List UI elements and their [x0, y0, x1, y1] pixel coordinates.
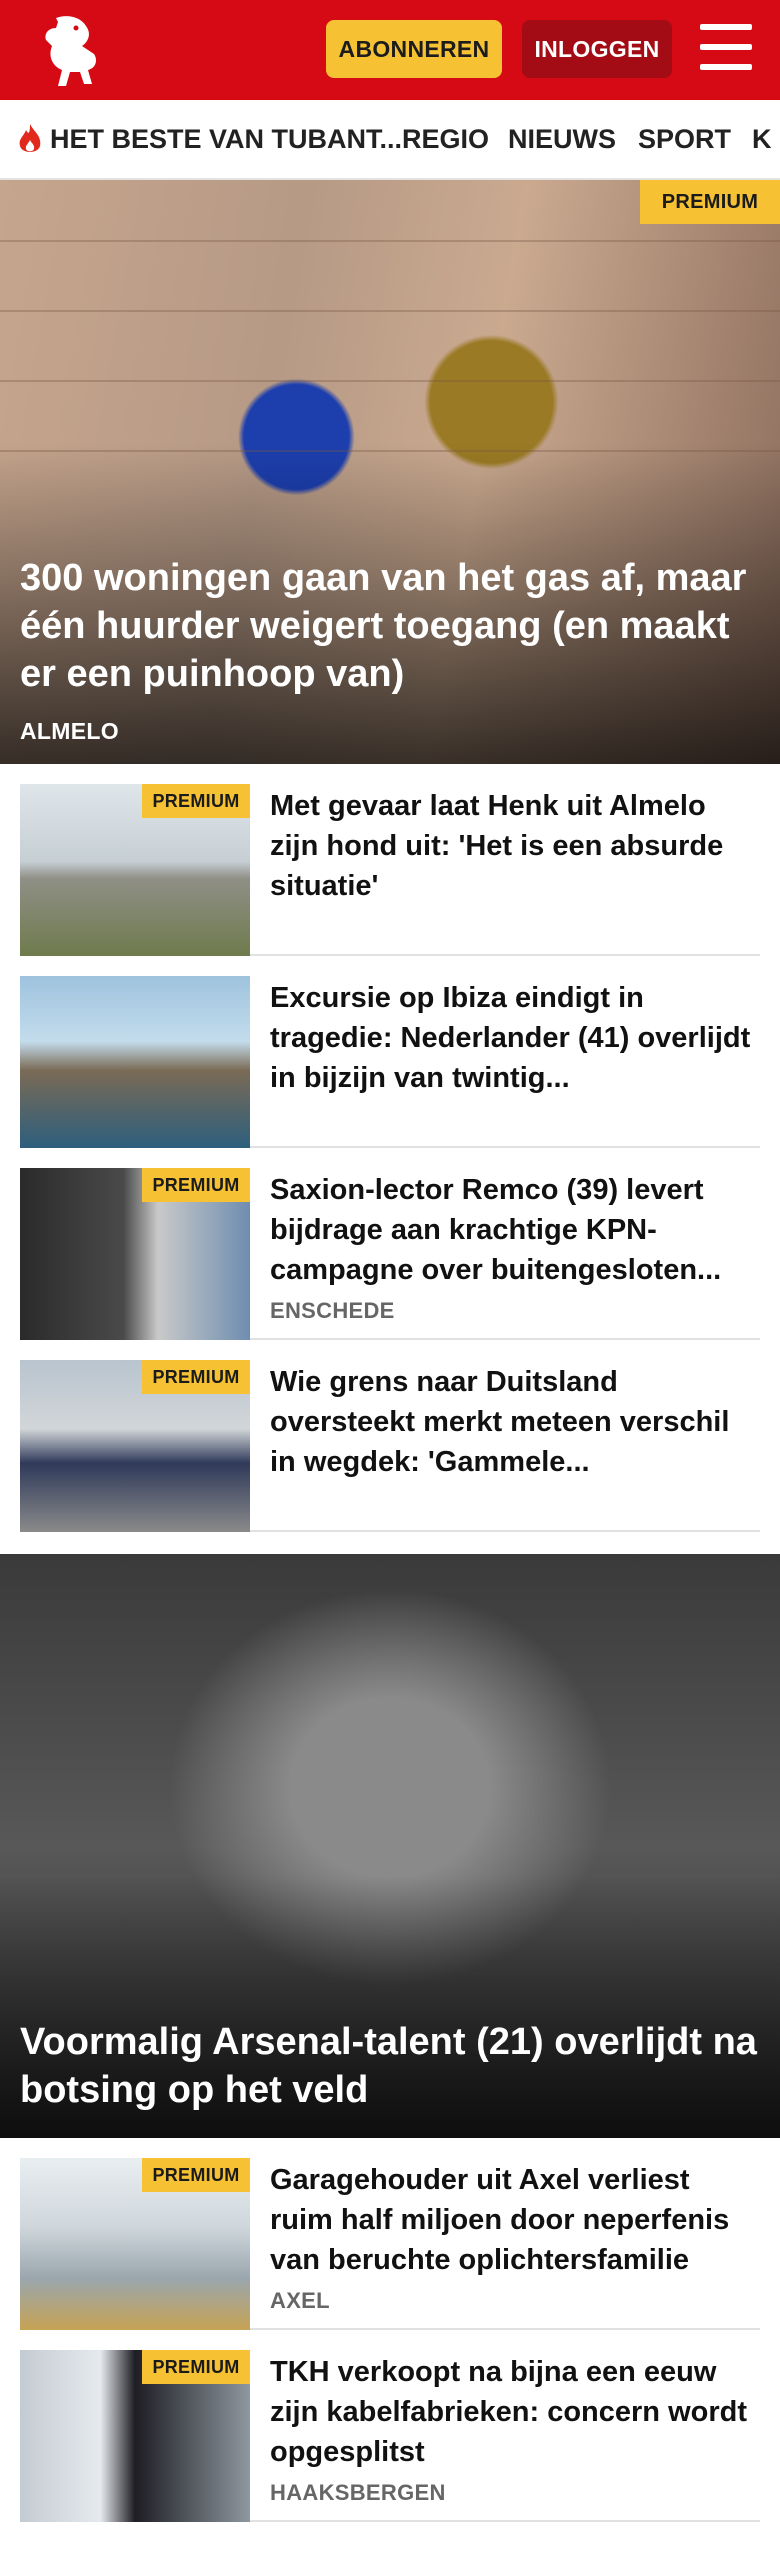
- nav-item-sport[interactable]: SPORT: [638, 100, 731, 178]
- top-bar: ABONNEREN INLOGGEN: [0, 0, 780, 100]
- nav-item-more[interactable]: K: [752, 100, 772, 178]
- list-item[interactable]: PREMIUM Garagehouder uit Axel verliest r…: [20, 2138, 760, 2330]
- list-item[interactable]: Excursie op Ibiza eindigt in tragedie: N…: [20, 956, 760, 1148]
- article-title[interactable]: Garagehouder uit Axel verliest ruim half…: [270, 2160, 760, 2280]
- login-button[interactable]: INLOGGEN: [522, 20, 672, 78]
- hero-article[interactable]: PREMIUM 300 woningen gaan van het gas af…: [0, 180, 780, 764]
- article-title[interactable]: Excursie op Ibiza eindigt in tragedie: N…: [270, 978, 760, 1098]
- list-item[interactable]: PREMIUM Saxion-lector Remco (39) levert …: [20, 1148, 760, 1340]
- article-thumbnail: [20, 976, 250, 1148]
- premium-badge: PREMIUM: [142, 1168, 250, 1202]
- hero-location: ALMELO: [20, 718, 119, 744]
- article-title[interactable]: Wie grens naar Duitsland oversteekt merk…: [270, 1362, 760, 1482]
- article-thumbnail: PREMIUM: [20, 2350, 250, 2522]
- article-thumbnail: PREMIUM: [20, 1168, 250, 1340]
- list-item[interactable]: PREMIUM Met gevaar laat Henk uit Almelo …: [20, 764, 760, 956]
- article-location: ENSCHEDE: [270, 1298, 395, 1323]
- article-title[interactable]: TKH verkoopt na bijna een eeuw zijn kabe…: [270, 2352, 760, 2472]
- feature-title[interactable]: Voormalig Arsenal-talent (21) overlijdt …: [20, 2018, 760, 2114]
- subscribe-button[interactable]: ABONNEREN: [326, 20, 502, 78]
- section-nav: HET BESTE VAN TUBANT... REGIO NIEUWS SPO…: [0, 100, 780, 180]
- premium-badge: PREMIUM: [142, 2350, 250, 2384]
- article-thumbnail: PREMIUM: [20, 784, 250, 956]
- list-item[interactable]: PREMIUM Wie grens naar Duitsland overste…: [20, 1340, 760, 1532]
- nav-item-best-of[interactable]: HET BESTE VAN TUBANT...: [16, 100, 402, 178]
- nav-item-regio[interactable]: REGIO: [402, 100, 489, 178]
- list-item[interactable]: PREMIUM TKH verkoopt na bijna een eeuw z…: [20, 2330, 760, 2522]
- hero-title[interactable]: 300 woningen gaan van het gas af, maar é…: [20, 554, 760, 698]
- article-thumbnail: PREMIUM: [20, 1360, 250, 1532]
- hamburger-menu-icon[interactable]: [700, 24, 752, 72]
- article-location: HAAKSBERGEN: [270, 2480, 446, 2505]
- premium-badge: PREMIUM: [640, 180, 780, 224]
- article-title[interactable]: Met gevaar laat Henk uit Almelo zijn hon…: [270, 786, 760, 906]
- article-thumbnail: PREMIUM: [20, 2158, 250, 2330]
- premium-badge: PREMIUM: [142, 2158, 250, 2192]
- premium-badge: PREMIUM: [142, 1360, 250, 1394]
- flame-icon: [19, 124, 41, 152]
- nav-item-label: HET BESTE VAN TUBANT...: [50, 123, 403, 154]
- premium-badge: PREMIUM: [142, 784, 250, 818]
- nav-item-nieuws[interactable]: NIEUWS: [508, 100, 616, 178]
- article-title[interactable]: Saxion-lector Remco (39) levert bijdrage…: [270, 1170, 760, 1290]
- feature-article[interactable]: Voormalig Arsenal-talent (21) overlijdt …: [0, 1554, 780, 2138]
- horse-logo-icon[interactable]: [36, 10, 108, 90]
- article-location: AXEL: [270, 2288, 330, 2313]
